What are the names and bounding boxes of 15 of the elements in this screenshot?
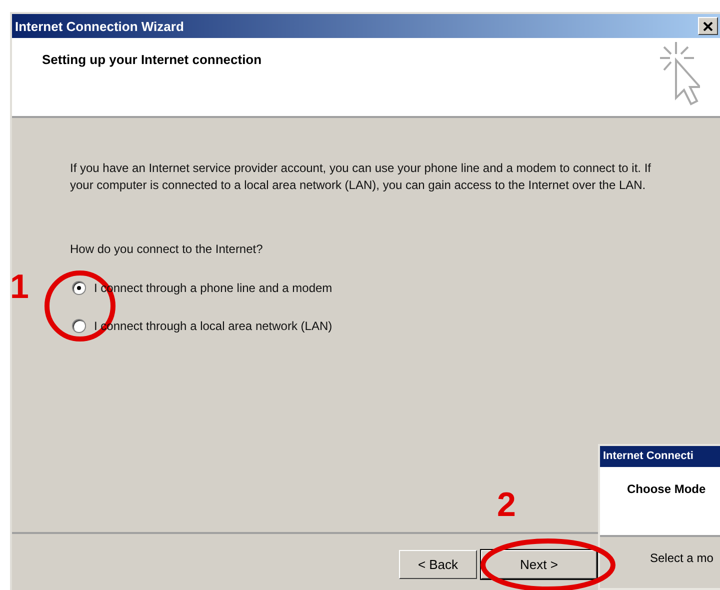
window-title: Internet Connection Wizard bbox=[15, 18, 184, 34]
close-button[interactable] bbox=[698, 17, 718, 35]
step-number: 2 bbox=[497, 488, 516, 522]
page-heading: Setting up your Internet connection bbox=[42, 52, 262, 69]
step-number: 1 bbox=[10, 270, 29, 304]
radio-button[interactable] bbox=[72, 319, 86, 333]
intro-text: If you have an Internet service provider account, you can use your phone line and a modem to connect to it. If your computer is connected to a local area network (LAN), you can gain access to the Internet over the LAN. bbox=[70, 160, 652, 194]
radio-button[interactable] bbox=[72, 281, 86, 295]
next-button[interactable]: Next > bbox=[481, 550, 597, 579]
page-heading: Choose Mode bbox=[627, 482, 707, 496]
back-button[interactable]: < Back bbox=[399, 550, 477, 579]
window-title: Internet Connecti bbox=[600, 446, 720, 467]
instruction-text: Select a mo bbox=[650, 551, 714, 565]
question-text: How do you connect to the Internet? bbox=[70, 242, 264, 256]
close-icon bbox=[703, 22, 713, 30]
